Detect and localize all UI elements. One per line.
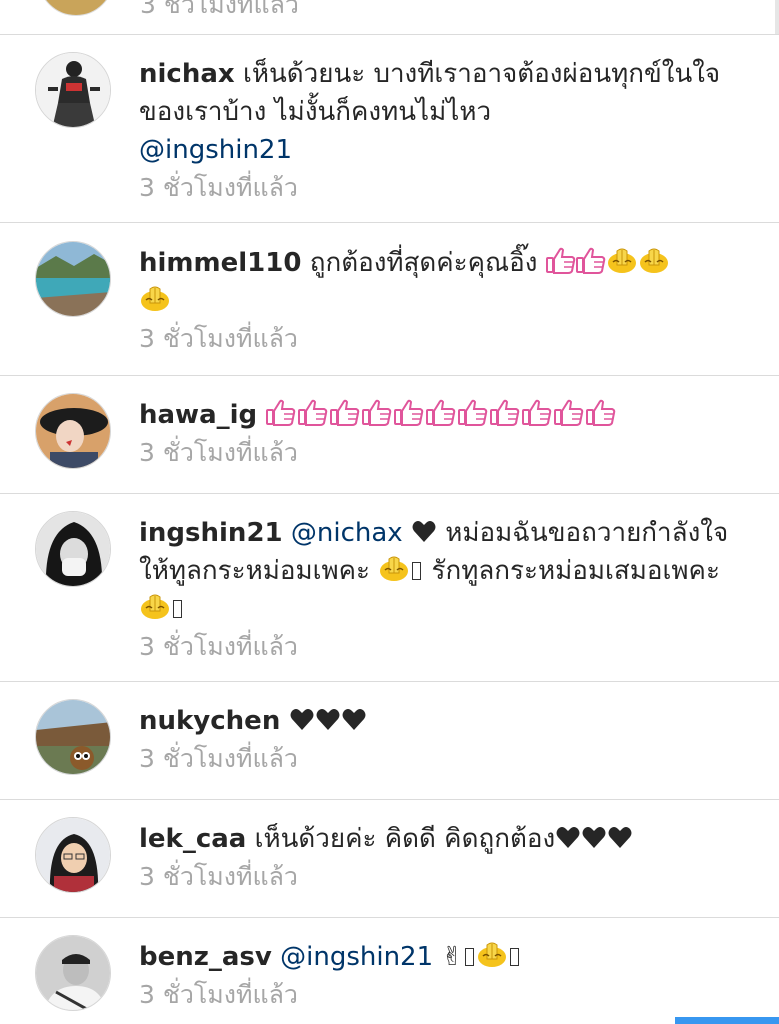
avatar[interactable] xyxy=(35,817,111,893)
comment-timestamp: 3 ชั่วโมงที่แล้ว xyxy=(139,324,298,353)
emoji-row xyxy=(265,399,617,430)
praying-hands-icon xyxy=(638,248,669,274)
thumbs-up-icon xyxy=(458,399,488,426)
avatar[interactable] xyxy=(35,52,111,128)
comment-timestamp: 3 ชั่วโมงที่แล้ว xyxy=(139,632,298,661)
comment-row: ingshin21 @nichax หม่อมฉันขอถวายกำลังใจใ… xyxy=(0,494,779,682)
comment-body: himmel110 ถูกต้องที่สุดค่ะคุณอิ๊ง 3 ชั่ว… xyxy=(139,244,749,358)
lake-landscape-avatar-icon xyxy=(36,242,110,316)
heart-icon xyxy=(582,827,606,848)
owl-toy-avatar-icon xyxy=(36,700,110,774)
man-bw-avatar-icon xyxy=(36,936,110,1010)
comment-row: himmel110 ถูกต้องที่สุดค่ะคุณอิ๊ง 3 ชั่ว… xyxy=(0,223,779,376)
thumbs-up-icon xyxy=(362,399,392,426)
avatar[interactable] xyxy=(35,699,111,775)
woman-portrait-avatar-icon xyxy=(36,53,110,127)
comment-body: nukychen 3 ชั่วโมงที่แล้ว xyxy=(139,702,749,778)
woman-hat-avatar-icon xyxy=(36,394,110,468)
comment-username[interactable]: nichax xyxy=(139,59,235,89)
comment-body: nichax เห็นด้วยนะ บางทีเราอาจต้องผ่อนทุก… xyxy=(139,55,749,207)
comment-timestamp: 3 ชั่วโมงที่แล้ว xyxy=(139,862,298,891)
thumbs-up-icon xyxy=(426,399,456,426)
missing-glyph-icon xyxy=(510,948,520,966)
comment-mention[interactable]: @nichax xyxy=(291,518,403,548)
thumbs-up-icon xyxy=(266,399,296,426)
heart-icon xyxy=(342,709,366,730)
comment-username[interactable]: ingshin21 xyxy=(139,518,283,548)
comment-text: เห็นด้วยค่ะ คิดดี คิดถูกต้อง xyxy=(254,824,556,854)
heart-icon xyxy=(316,709,340,730)
action-button-edge[interactable] xyxy=(675,1017,779,1024)
avatar[interactable] xyxy=(35,241,111,317)
comment-row: hawa_ig 3 ชั่วโมงที่แล้ว xyxy=(0,376,779,494)
comment-username[interactable]: hawa_ig xyxy=(139,400,257,430)
thumbs-up-icon xyxy=(545,247,575,274)
thumbs-up-icon xyxy=(586,399,616,426)
heart-icon xyxy=(412,521,436,542)
missing-glyph-icon xyxy=(412,562,422,580)
comment-body: hawa_ig 3 ชั่วโมงที่แล้ว xyxy=(139,396,749,472)
comment-mention[interactable]: @ingshin21 xyxy=(280,942,433,972)
comment-body: lek_caa เห็นด้วยค่ะ คิดดี คิดถูกต้อง 3 ช… xyxy=(139,820,749,896)
missing-glyph-icon xyxy=(465,948,475,966)
comment-username[interactable]: benz_asv xyxy=(139,942,272,972)
thumbs-up-icon xyxy=(554,399,584,426)
woman-glasses-avatar-icon xyxy=(36,818,110,892)
comment-mention[interactable]: @ingshin21 xyxy=(139,135,292,165)
comment-body: ingshin21 @nichax หม่อมฉันขอถวายกำลังใจใ… xyxy=(139,514,749,666)
comment-timestamp: 3 ชั่วโมงที่แล้ว xyxy=(139,980,298,1009)
comment-timestamp: 3 ชั่วโมงที่แล้ว xyxy=(139,173,298,202)
praying-hands-icon xyxy=(140,286,170,312)
scrollbar-edge xyxy=(775,0,779,34)
praying-hands-icon xyxy=(379,556,410,582)
comment-timestamp: 3 ชั่วโมงที่แล้ว xyxy=(139,744,298,773)
comment-text: ถูกต้องที่สุดค่ะคุณอิ๊ง xyxy=(309,248,538,278)
woman-bw-avatar-icon xyxy=(36,512,110,586)
comment-body: benz_asv @ingshin21 ✌ 3 ชั่วโมงที่แล้ว xyxy=(139,938,749,1014)
avatar[interactable] xyxy=(35,935,111,1011)
avatar[interactable] xyxy=(35,511,111,587)
thumbs-up-icon xyxy=(575,247,605,274)
comment-username[interactable]: himmel110 xyxy=(139,248,301,278)
praying-hands-icon xyxy=(606,248,637,274)
comment-row: benz_asv @ingshin21 ✌ 3 ชั่วโมงที่แล้ว xyxy=(0,918,779,1024)
comment-row: nukychen 3 ชั่วโมงที่แล้ว xyxy=(0,682,779,800)
avatar[interactable] xyxy=(35,393,111,469)
previous-comment-partial: 3 ชั่วโมงที่แล้ว xyxy=(0,0,779,35)
hearts xyxy=(289,706,367,736)
comment-row: lek_caa เห็นด้วยค่ะ คิดดี คิดถูกต้อง 3 ช… xyxy=(0,800,779,918)
comment-username[interactable]: nukychen xyxy=(139,706,280,736)
praying-hands-icon xyxy=(477,942,507,968)
comment-text-2: รักทูลกระหม่อมเสมอเพคะ xyxy=(431,556,720,586)
thumbs-up-icon xyxy=(394,399,424,426)
thumbs-up-icon xyxy=(522,399,552,426)
comment-username[interactable]: lek_caa xyxy=(139,824,246,854)
missing-glyph-icon xyxy=(173,600,182,618)
victory-hand-icon: ✌ xyxy=(441,942,464,972)
thumbs-up-icon xyxy=(330,399,360,426)
comment-timestamp: 3 ชั่วโมงที่แล้ว xyxy=(139,438,298,467)
comment-timestamp: 3 ชั่วโมงที่แล้ว xyxy=(140,0,299,19)
heart-icon xyxy=(556,827,580,848)
thumbs-up-icon xyxy=(490,399,520,426)
thumbs-up-icon xyxy=(298,399,328,426)
praying-hands-icon xyxy=(140,594,170,620)
comment-row: nichax เห็นด้วยนะ บางทีเราอาจต้องผ่อนทุก… xyxy=(0,35,779,223)
avatar[interactable] xyxy=(38,0,114,16)
heart-icon xyxy=(608,827,632,848)
heart-icon xyxy=(290,709,314,730)
